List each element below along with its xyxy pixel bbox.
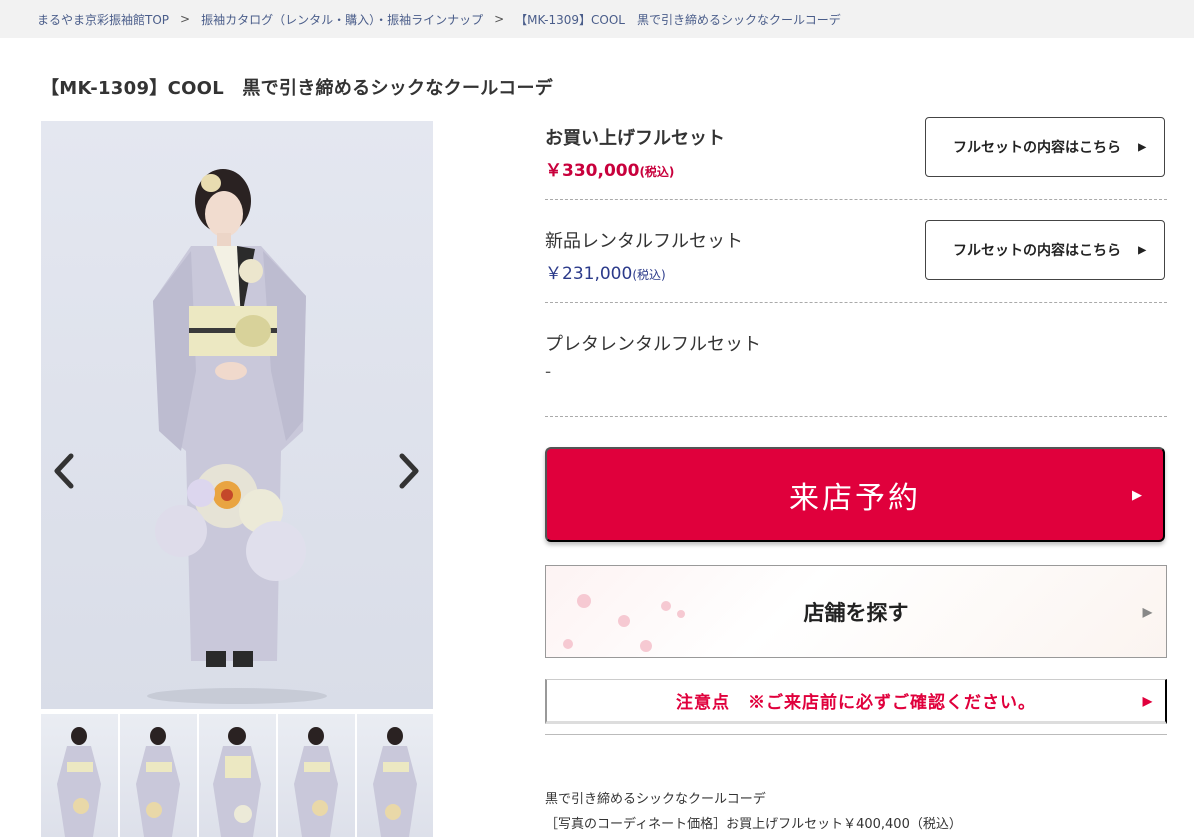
triangle-right-icon: ▶	[1138, 244, 1146, 256]
divider	[545, 734, 1167, 735]
thumbnail[interactable]	[41, 714, 118, 837]
triangle-right-icon: ▶	[1132, 486, 1145, 502]
thumbnail[interactable]	[199, 714, 276, 837]
reserve-visit-button[interactable]: 来店予約 ▶	[545, 447, 1165, 542]
fullset-details-label: フルセットの内容はこちら	[953, 139, 1121, 155]
find-store-label: 店舗を探す	[803, 601, 909, 625]
page-title: 【MK-1309】COOL 黒で引き締めるシックなクールコーデ	[41, 78, 554, 99]
breadcrumb-separator: >	[180, 12, 191, 26]
breadcrumb-link-current[interactable]: 【MK-1309】COOL 黒で引き締めるシックなクールコーデ	[515, 11, 841, 28]
price-value: -	[545, 362, 552, 382]
thumbnail-strip	[41, 714, 433, 837]
description-line: 黒で引き締めるシックなクールコーデ	[545, 792, 766, 807]
product-description: 黒で引き締めるシックなクールコーデ ［写真のコーディネート価格］お買上げフルセッ…	[545, 787, 962, 837]
triangle-right-icon: ▶	[1142, 604, 1152, 619]
fullset-details-label: フルセットの内容はこちら	[953, 242, 1121, 258]
thumbnail[interactable]	[120, 714, 197, 837]
breadcrumb-separator: >	[494, 12, 505, 26]
breadcrumb-link-catalog[interactable]: 振袖カタログ（レンタル・購入）・振袖ラインナップ	[201, 11, 483, 28]
fullset-details-button[interactable]: フルセットの内容はこちら ▶	[925, 117, 1165, 177]
find-store-button[interactable]: 店舗を探す ▶	[545, 565, 1167, 658]
breadcrumb: まるやま京彩振袖館TOP > 振袖カタログ（レンタル・購入）・振袖ラインナップ …	[0, 0, 1194, 38]
thumbnail[interactable]	[357, 714, 433, 837]
fullset-details-button[interactable]: フルセットの内容はこちら ▶	[925, 220, 1165, 280]
notice-button[interactable]: 注意点 ※ご来店前に必ずご確認ください。 ▶	[545, 679, 1167, 724]
price-name: プレタレンタルフルセット	[545, 334, 761, 355]
thumbnail[interactable]	[278, 714, 355, 837]
chevron-right-icon	[399, 453, 419, 489]
triangle-right-icon: ▶	[1142, 693, 1153, 708]
gallery-next-button[interactable]	[394, 451, 424, 491]
description-line: ［写真のコーディネート価格］お買上げフルセット￥400,400（税込）	[545, 817, 962, 832]
kimono-photo	[147, 169, 327, 704]
breadcrumb-link-top[interactable]: まるやま京彩振袖館TOP	[37, 11, 169, 28]
price-row-preta-rental: プレタレンタルフルセット -	[545, 330, 1167, 417]
chevron-left-icon	[54, 453, 74, 489]
reserve-visit-label: 来店予約	[789, 481, 921, 515]
product-image-gallery[interactable]	[41, 121, 433, 709]
notice-label: 注意点 ※ご来店前に必ずご確認ください。	[676, 693, 1036, 712]
gallery-prev-button[interactable]	[49, 451, 79, 491]
triangle-right-icon: ▶	[1138, 141, 1146, 153]
